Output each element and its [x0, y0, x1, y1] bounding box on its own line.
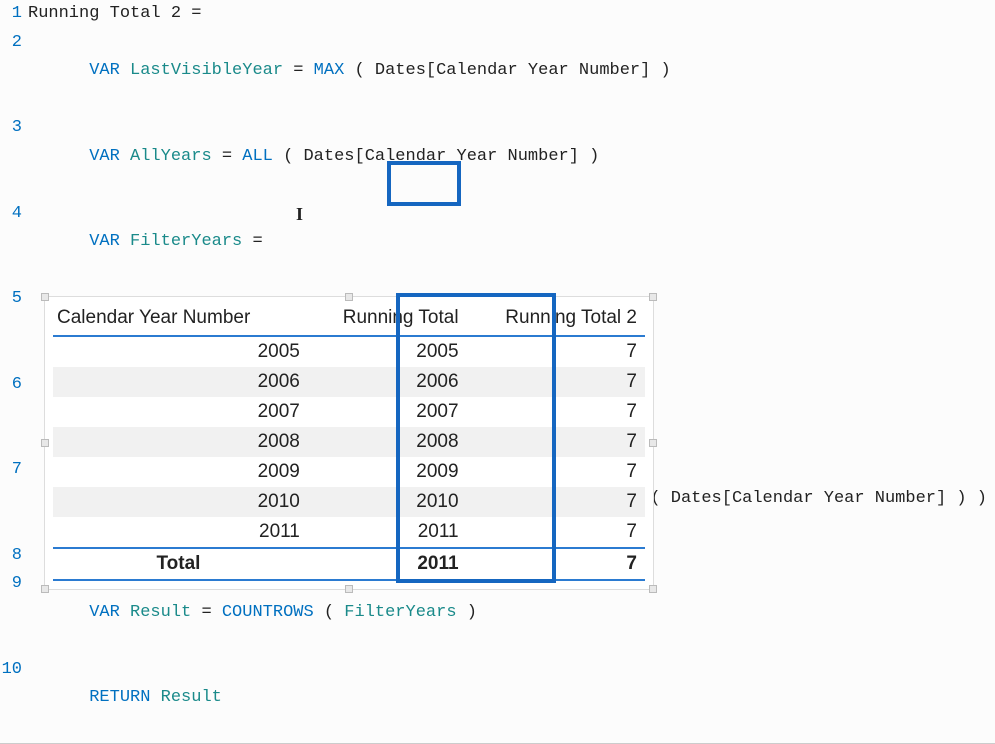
keyword-var: VAR [89, 603, 120, 622]
code-text: Running Total 2 = [28, 0, 212, 29]
code-line-4[interactable]: 4 VAR FilterYears = [0, 200, 995, 286]
data-table: Calendar Year Number Running Total Runni… [53, 303, 645, 581]
line-number: 6 [0, 371, 28, 400]
line-number: 5 [0, 285, 28, 314]
fn-max: MAX [314, 61, 345, 80]
cell-rt: 2005 [308, 336, 467, 367]
table-row[interactable]: 200520057 [53, 336, 645, 367]
table-row[interactable]: 201020107 [53, 487, 645, 517]
cell-year: 2007 [53, 397, 308, 427]
table-row[interactable]: 200720077 [53, 397, 645, 427]
code-line-10[interactable]: 10 RETURN Result [0, 656, 995, 742]
cell-year: 2005 [53, 336, 308, 367]
fn-countrows: COUNTROWS [222, 603, 314, 622]
table-total-row[interactable]: Total 2011 7 [53, 548, 645, 580]
cell-rt: 2007 [308, 397, 467, 427]
fn-all: ALL [242, 147, 273, 166]
code-line-1[interactable]: 1 Running Total 2 = [0, 0, 995, 29]
resize-handle[interactable] [41, 585, 49, 593]
keyword-var: VAR [89, 61, 120, 80]
resize-handle[interactable] [345, 293, 353, 301]
table-row[interactable]: 200620067 [53, 367, 645, 397]
cell-rt2: 7 [467, 427, 645, 457]
cell-rt: 2008 [308, 427, 467, 457]
resize-handle[interactable] [649, 439, 657, 447]
table-row[interactable]: 201120117 [53, 517, 645, 548]
cell-rt2: 7 [467, 517, 645, 548]
cell-rt2: 7 [467, 457, 645, 487]
text-cursor-icon: I [296, 204, 303, 225]
table-row[interactable]: 200920097 [53, 457, 645, 487]
line-number: 9 [0, 570, 28, 599]
keyword-return: RETURN [89, 688, 150, 707]
code-line-2[interactable]: 2 VAR LastVisibleYear = MAX ( Dates[Cale… [0, 29, 995, 115]
cell-rt2: 7 [467, 397, 645, 427]
line-number: 7 [0, 456, 28, 485]
resize-handle[interactable] [41, 293, 49, 301]
col-header-running-total-2[interactable]: Running Total 2 [467, 303, 645, 336]
var-filteryears: FilterYears [130, 232, 242, 251]
cell-year: 2010 [53, 487, 308, 517]
cell-rt2: 7 [467, 367, 645, 397]
total-rt: 2011 [308, 548, 467, 580]
total-rt2: 7 [467, 548, 645, 580]
resize-handle[interactable] [345, 585, 353, 593]
resize-handle[interactable] [649, 585, 657, 593]
cell-rt: 2006 [308, 367, 467, 397]
cell-year: 2011 [53, 517, 308, 548]
cell-rt: 2009 [308, 457, 467, 487]
line-number: 10 [0, 656, 28, 685]
ref-filteryears: FilterYears [344, 603, 456, 622]
var-lastvisibleyear: LastVisibleYear [130, 61, 283, 80]
result-table-visual[interactable]: Calendar Year Number Running Total Runni… [44, 296, 654, 590]
table-row[interactable]: 200820087 [53, 427, 645, 457]
ref-result: Result [161, 688, 222, 707]
cell-rt2: 7 [467, 487, 645, 517]
code-line-3[interactable]: 3 VAR AllYears = ALL ( Dates[Calendar Ye… [0, 114, 995, 200]
var-allyears: AllYears [130, 147, 212, 166]
cell-year: 2008 [53, 427, 308, 457]
line-number: 4 [0, 200, 28, 229]
keyword-var: VAR [89, 147, 120, 166]
line-number: 1 [0, 0, 28, 29]
var-result: Result [130, 603, 191, 622]
line-number: 2 [0, 29, 28, 58]
resize-handle[interactable] [649, 293, 657, 301]
cell-rt: 2011 [308, 517, 467, 548]
line-number: 8 [0, 542, 28, 571]
col-header-year[interactable]: Calendar Year Number [53, 303, 308, 336]
total-label: Total [53, 548, 308, 580]
keyword-var: VAR [89, 232, 120, 251]
cell-rt2: 7 [467, 336, 645, 367]
cell-year: 2009 [53, 457, 308, 487]
cell-year: 2006 [53, 367, 308, 397]
line-number: 3 [0, 114, 28, 143]
col-header-running-total[interactable]: Running Total [308, 303, 467, 336]
cell-rt: 2010 [308, 487, 467, 517]
resize-handle[interactable] [41, 439, 49, 447]
table-header-row: Calendar Year Number Running Total Runni… [53, 303, 645, 336]
